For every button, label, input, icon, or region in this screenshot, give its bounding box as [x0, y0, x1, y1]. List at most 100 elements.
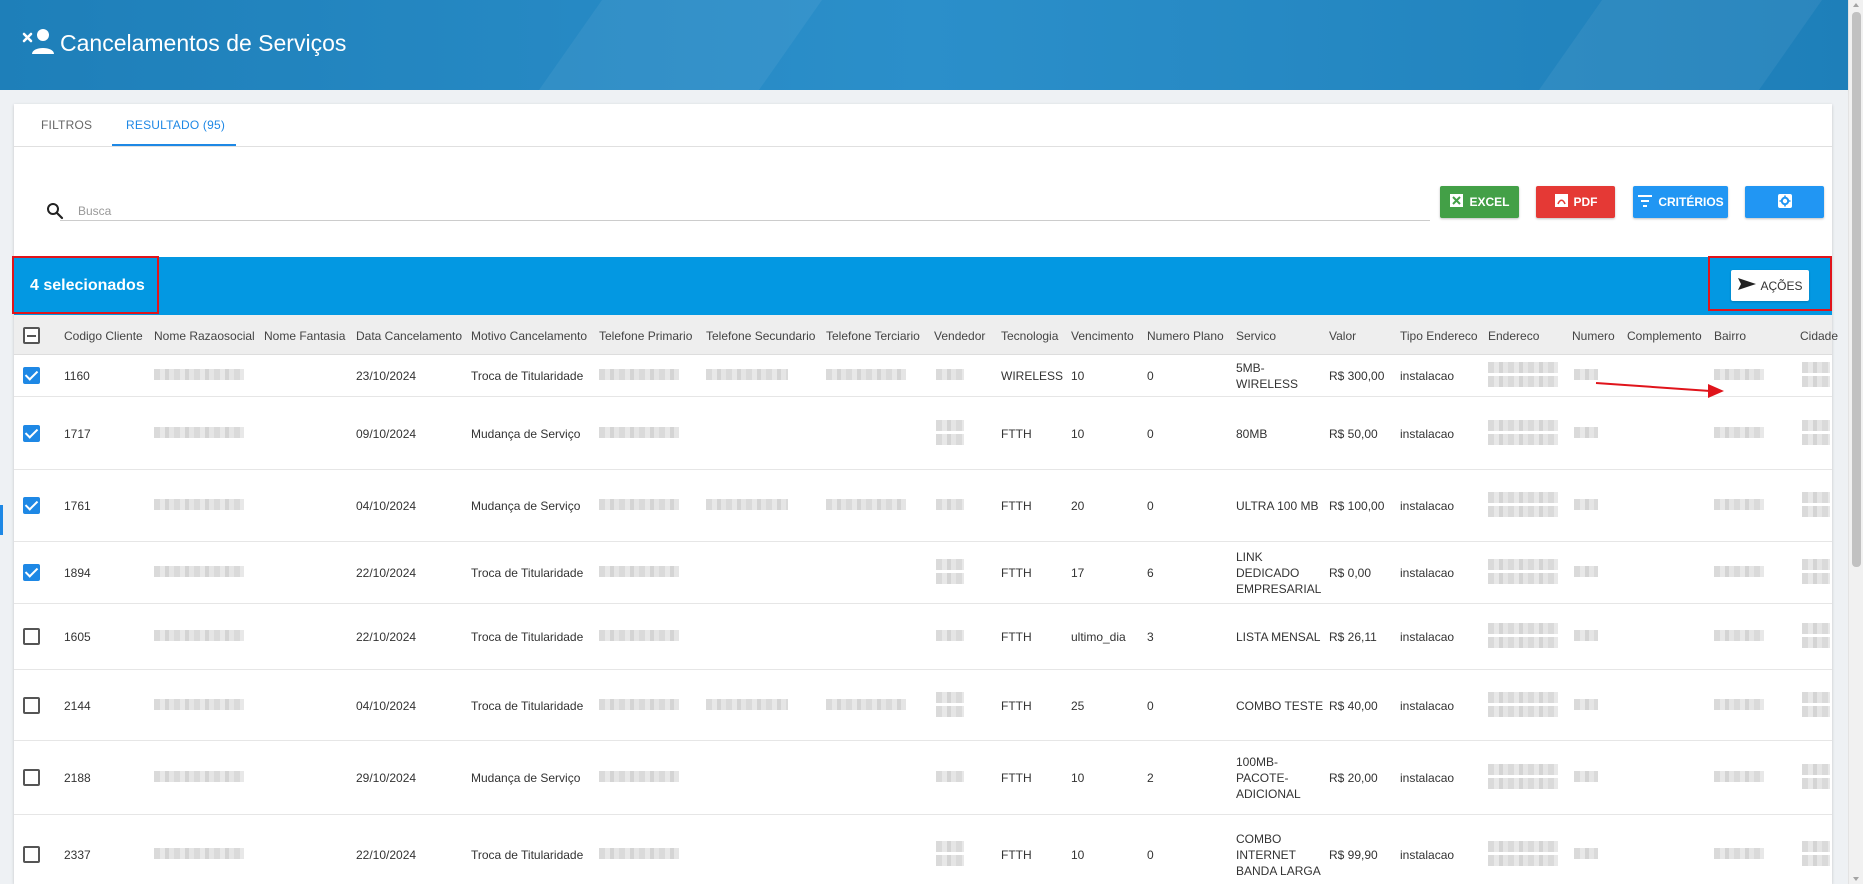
row-checkbox[interactable]	[23, 497, 40, 514]
col-telefone-primario[interactable]: Telefone Primario	[599, 329, 692, 343]
page-title: Cancelamentos de Serviços	[60, 30, 347, 56]
redacted-cell	[1574, 848, 1598, 859]
redacted-cell	[1802, 841, 1830, 852]
cell-tecnologia: FTTH	[1001, 566, 1032, 580]
cell-tecnologia: FTTH	[1001, 499, 1032, 513]
cell-tipo-endereco: instalacao	[1400, 630, 1455, 644]
redacted-cell	[936, 630, 964, 641]
table-row[interactable]: 1160 23/10/2024 Troca de Titularidade WIREL…	[14, 355, 1832, 397]
row-checkbox[interactable]	[23, 424, 40, 442]
table-row[interactable]: 1605 22/10/2024 Troca de Titularidade FTTH u…	[14, 604, 1832, 670]
table-row[interactable]: 2188 29/10/2024 Mudança de Serviço FTTH 10 2 R…	[14, 741, 1832, 815]
col-cidade[interactable]: Cidade	[1800, 329, 1838, 343]
cell-tecnologia: FTTH	[1001, 771, 1032, 785]
redacted-cell	[1488, 559, 1558, 570]
table-row[interactable]: 2144 04/10/2024 Troca de Titularidade FTTH 2…	[14, 670, 1832, 741]
cell-motivo-cancelamento: Troca de Titularidade	[471, 566, 584, 580]
servico-line: 80MB	[1236, 426, 1268, 441]
cell-valor: R$ 99,90	[1329, 848, 1378, 862]
cell-servico: LISTA MENSAL	[1236, 629, 1320, 645]
redacted-cell	[154, 630, 244, 641]
col-tecnologia[interactable]: Tecnologia	[1001, 329, 1058, 343]
cell-servico: COMBO TESTE	[1236, 698, 1323, 714]
cell-tipo-endereco: instalacao	[1400, 426, 1455, 441]
row-checkbox[interactable]	[23, 846, 40, 863]
criterios-button[interactable]: CRITÉRIOS	[1633, 186, 1728, 218]
redacted-cell	[1802, 433, 1830, 445]
redacted-cell	[1488, 778, 1558, 789]
select-all-checkbox[interactable]	[23, 327, 40, 344]
search-input[interactable]: Busca	[78, 204, 111, 218]
col-nome-fantasia[interactable]: Nome Fantasia	[264, 329, 345, 343]
cell-tecnologia: FTTH	[1001, 848, 1032, 862]
cell-tipo-endereco: instalacao	[1400, 771, 1455, 785]
row-checkbox[interactable]	[23, 696, 40, 714]
col-numero[interactable]: Numero	[1572, 329, 1615, 343]
cell-motivo-cancelamento: Troca de Titularidade	[471, 369, 584, 383]
redacted-cell	[1714, 848, 1764, 859]
redacted-cell	[1488, 623, 1558, 634]
redacted-cell	[1802, 506, 1830, 517]
row-checkbox[interactable]	[23, 564, 40, 581]
table-row[interactable]: 2337 22/10/2024 Troca de Titularidade FTTH 1…	[14, 815, 1832, 884]
redacted-cell	[936, 855, 964, 866]
redacted-cell	[1488, 573, 1558, 584]
servico-line: LINK	[1236, 550, 1263, 564]
servico-line: BANDA LARGA	[1236, 864, 1321, 878]
table-row[interactable]: 1717 09/10/2024 Mudança de Serviço FTTH 10 0 R…	[14, 397, 1832, 470]
col-motivo-cancelamento[interactable]: Motivo Cancelamento	[471, 329, 587, 343]
results-card: FILTROS RESULTADO (95) Busca EXCEL PDF C…	[12, 104, 1838, 884]
left-edge-accent	[0, 505, 3, 535]
col-endereco[interactable]: Endereco	[1488, 329, 1539, 343]
cell-numero-plano: 0	[1147, 426, 1154, 441]
excel-button[interactable]: EXCEL	[1440, 186, 1519, 218]
redacted-cell	[936, 691, 964, 703]
redacted-cell	[1488, 362, 1558, 373]
settings-button[interactable]	[1745, 186, 1824, 218]
selection-bar: 4 selecionados	[14, 257, 1832, 315]
col-valor[interactable]: Valor	[1329, 329, 1356, 343]
row-checkbox[interactable]	[23, 367, 40, 384]
redacted-cell	[1488, 433, 1558, 445]
cell-valor: R$ 50,00	[1329, 426, 1378, 441]
redacted-cell	[936, 573, 964, 584]
table-row[interactable]: 1894 22/10/2024 Troca de Titularidade FTTH 1…	[14, 542, 1832, 604]
col-tipo-endereco[interactable]: Tipo Endereco	[1400, 329, 1478, 343]
col-nome-razaosocial[interactable]: Nome Razaosocial	[154, 329, 255, 343]
col-vencimento[interactable]: Vencimento	[1071, 329, 1134, 343]
col-complemento[interactable]: Complemento	[1627, 329, 1702, 343]
redacted-cell	[1714, 499, 1764, 510]
cell-motivo-cancelamento: Mudança de Serviço	[471, 771, 581, 785]
pdf-button[interactable]: PDF	[1536, 186, 1615, 218]
col-telefone-terciario[interactable]: Telefone Terciario	[826, 329, 920, 343]
table-row[interactable]: 1761 04/10/2024 Mudança de Serviço FTTH 20 0 R…	[14, 470, 1832, 542]
col-servico[interactable]: Servico	[1236, 329, 1276, 343]
servico-line: 100MB-	[1236, 755, 1279, 769]
cell-servico: 5MB- WIRELESS	[1236, 360, 1298, 392]
redacted-cell	[1802, 778, 1830, 789]
row-checkbox[interactable]	[23, 628, 40, 645]
redacted-cell	[154, 566, 244, 577]
excel-label: EXCEL	[1469, 195, 1510, 209]
vertical-scrollbar[interactable]	[1848, 0, 1863, 884]
tab-filtros[interactable]: FILTROS	[41, 118, 92, 132]
cell-numero-plano: 0	[1147, 698, 1154, 713]
cell-motivo-cancelamento: Troca de Titularidade	[471, 630, 584, 644]
col-codigo-cliente[interactable]: Codigo Cliente	[64, 329, 143, 343]
tab-bar: FILTROS RESULTADO (95)	[14, 104, 1832, 147]
redacted-cell	[936, 559, 964, 570]
tab-resultado[interactable]: RESULTADO (95)	[126, 118, 225, 132]
col-numero-plano[interactable]: Numero Plano	[1147, 329, 1224, 343]
redacted-cell	[1488, 506, 1558, 517]
cell-numero-plano: 0	[1147, 369, 1154, 383]
row-checkbox[interactable]	[23, 769, 40, 786]
search-bar: Busca	[30, 196, 1430, 228]
col-vendedor[interactable]: Vendedor	[934, 329, 985, 343]
cell-valor: R$ 26,11	[1329, 630, 1377, 644]
cell-servico: COMBO INTERNET BANDA LARGA	[1236, 831, 1321, 879]
col-bairro[interactable]: Bairro	[1714, 329, 1746, 343]
col-telefone-secundario[interactable]: Telefone Secundario	[706, 329, 815, 343]
col-data-cancelamento[interactable]: Data Cancelamento	[356, 329, 462, 343]
cell-data-cancelamento: 29/10/2024	[356, 771, 417, 785]
redacted-cell	[1488, 764, 1558, 775]
